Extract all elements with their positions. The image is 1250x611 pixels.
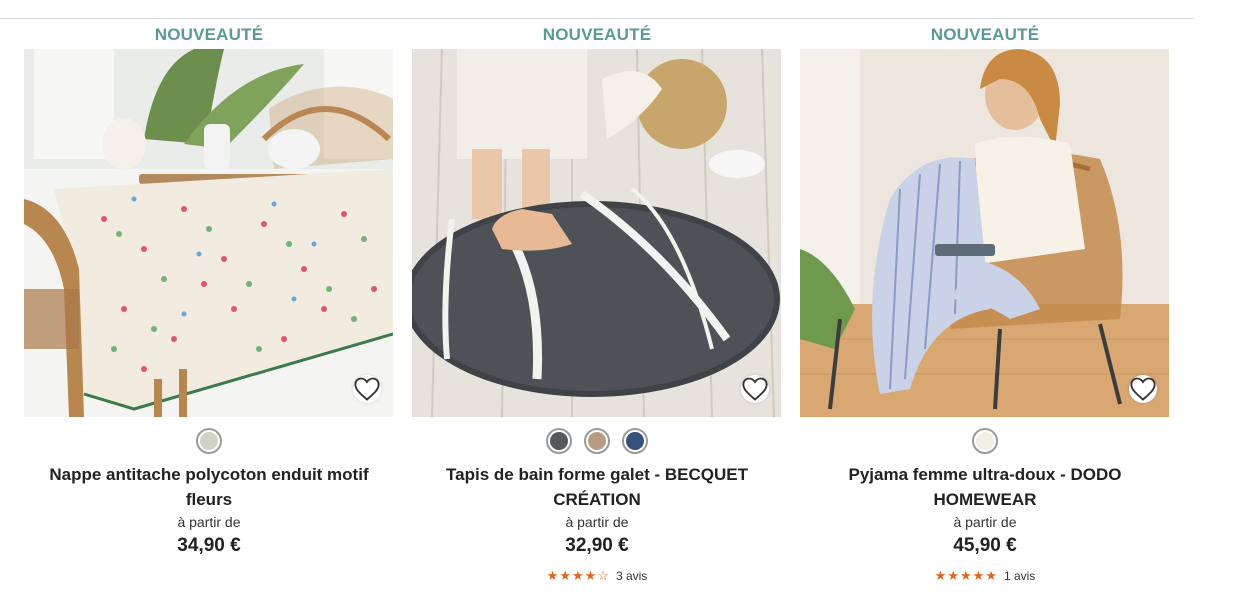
- add-to-wishlist-button[interactable]: [353, 375, 381, 403]
- color-swatches: [412, 425, 782, 457]
- heart-icon: [354, 377, 380, 401]
- new-badge: NOUVEAUTÉ: [542, 25, 652, 44]
- product-title-line[interactable]: HOMEWEAR: [934, 490, 1037, 509]
- review-count[interactable]: 3 avis: [616, 569, 647, 583]
- product-rating[interactable]: ★★★★★ 1 avis: [800, 568, 1170, 584]
- heart-icon: [1130, 377, 1156, 401]
- color-swatch[interactable]: [584, 428, 610, 454]
- product-card-bath-mat[interactable]: NOUVEAUTÉ Tapis de bain forme galet - BE…: [412, 19, 782, 584]
- product-title-line[interactable]: CRÉATION: [553, 490, 641, 509]
- product-price: 32,90 €: [565, 535, 629, 556]
- pyjama-photo: [800, 49, 1169, 417]
- tablecloth-photo: [24, 49, 393, 417]
- product-card-pyjama[interactable]: NOUVEAUTÉ Pyjama femme ultra-doux - DODO…: [800, 19, 1170, 584]
- product-title[interactable]: Tapis de bain forme galet - BECQUET CRÉA…: [412, 462, 782, 512]
- product-image-tablecloth[interactable]: [24, 49, 393, 417]
- product-title[interactable]: Nappe antitache polycoton enduit motif f…: [24, 462, 394, 512]
- add-to-wishlist-button[interactable]: [741, 375, 769, 403]
- color-swatches: [24, 425, 394, 457]
- color-swatches: [800, 425, 1170, 457]
- color-swatch[interactable]: [196, 428, 222, 454]
- star-rating-icon: ★★★★★: [934, 568, 998, 583]
- product-title[interactable]: Pyjama femme ultra-doux - DODO HOMEWEAR: [800, 462, 1170, 512]
- product-card-tablecloth[interactable]: NOUVEAUTÉ Nappe antitache polycoton endu…: [24, 19, 394, 560]
- product-title-line[interactable]: Tapis de bain forme galet - BECQUET: [446, 465, 748, 484]
- price-prefix: à partir de: [177, 514, 241, 530]
- price-prefix: à partir de: [953, 514, 1017, 530]
- heart-icon: [742, 377, 768, 401]
- product-rating[interactable]: ★★★★☆ 3 avis: [412, 568, 782, 584]
- bath-mat-photo: [412, 49, 781, 417]
- color-swatch[interactable]: [546, 428, 572, 454]
- product-price: 34,90 €: [177, 535, 241, 556]
- product-image-bath-mat[interactable]: [412, 49, 781, 417]
- product-price: 45,90 €: [953, 535, 1017, 556]
- product-title-line[interactable]: Nappe antitache polycoton enduit motif f…: [49, 465, 368, 509]
- new-badge: NOUVEAUTÉ: [930, 25, 1040, 44]
- star-rating-icon: ★★★★☆: [546, 568, 610, 583]
- price-prefix: à partir de: [565, 514, 629, 530]
- add-to-wishlist-button[interactable]: [1129, 375, 1157, 403]
- product-title-line[interactable]: Pyjama femme ultra-doux - DODO: [848, 465, 1121, 484]
- color-swatch[interactable]: [972, 428, 998, 454]
- color-swatch[interactable]: [622, 428, 648, 454]
- review-count[interactable]: 1 avis: [1004, 569, 1035, 583]
- product-image-pyjama[interactable]: [800, 49, 1169, 417]
- new-badge: NOUVEAUTÉ: [154, 25, 264, 44]
